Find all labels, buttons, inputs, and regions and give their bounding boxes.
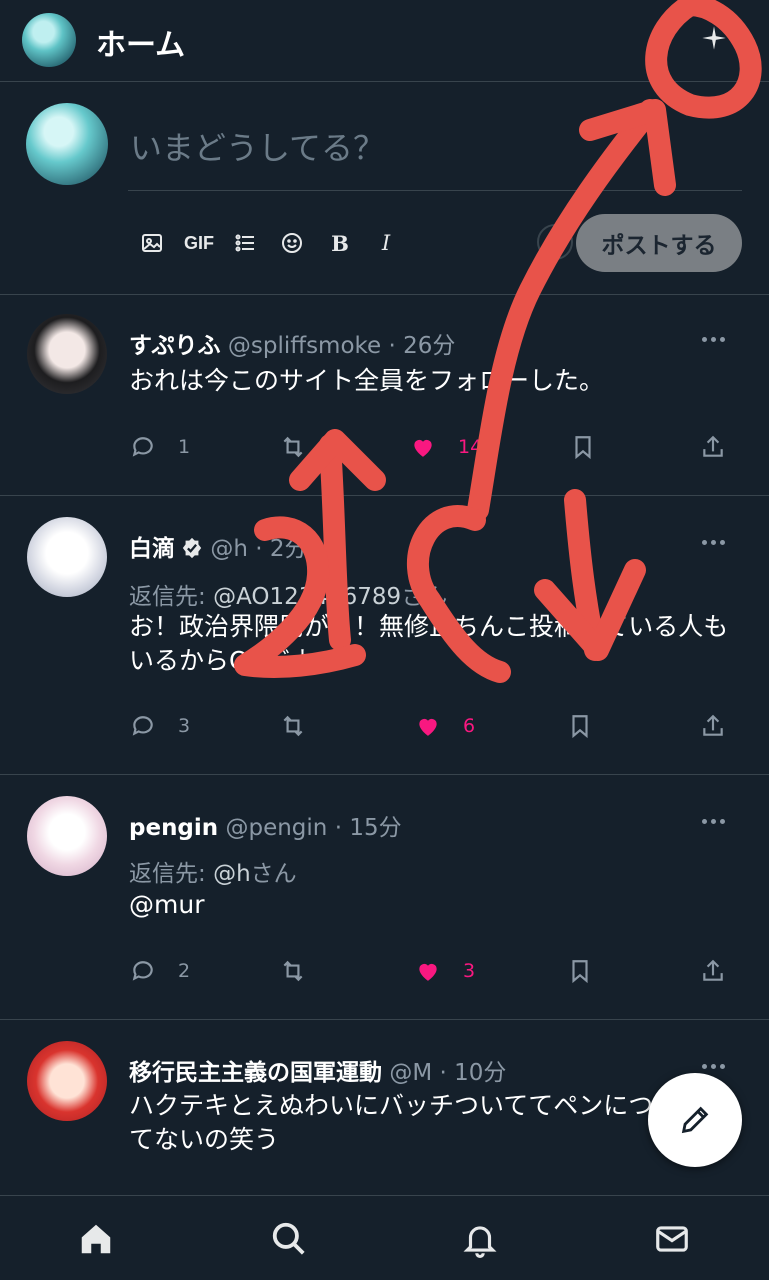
bookmark-button[interactable] (567, 709, 593, 743)
tweet-actions: 1 14 (0, 430, 769, 464)
tweet-text: @mur (129, 890, 205, 919)
reply-icon (132, 437, 153, 457)
emoji-icon[interactable] (278, 229, 306, 257)
tweet[interactable]: すぷりふ @spliffsmoke · 26分 おれは今このサイト全員をフォロー… (0, 296, 769, 496)
repost-button[interactable] (280, 954, 306, 988)
share-icon (703, 714, 723, 736)
repost-icon (283, 960, 303, 982)
tweet-actions: 2 3 (0, 954, 769, 988)
share-icon (703, 959, 723, 981)
author-handle[interactable]: @pengin (225, 815, 327, 841)
top-bar: ホーム (0, 0, 769, 82)
bookmark-icon (575, 436, 591, 460)
author-handle[interactable]: @M (389, 1060, 432, 1086)
compose-input[interactable]: いまどうしてる？ (130, 123, 385, 169)
user-avatar[interactable] (22, 13, 76, 67)
reply-to-handle[interactable]: @h (213, 861, 251, 887)
bookmark-icon (572, 960, 588, 984)
pencil-icon (681, 1106, 709, 1134)
repost-icon (283, 715, 303, 737)
tweet-actions: 3 6 (0, 709, 769, 743)
tweet-text: ハクテキとえぬわいにバッチついててペンについてないの笑う (129, 1091, 679, 1154)
image-icon[interactable] (138, 229, 166, 257)
heart-icon (419, 963, 437, 981)
timestamp: · 15分 (334, 815, 402, 841)
reply-button[interactable]: 1 (130, 430, 190, 464)
home-icon[interactable] (77, 1220, 115, 1258)
avatar[interactable] (27, 314, 107, 394)
tweet-text: お！政治界隈民が！！無修正ちんこ投稿している人もいるからOKだよ (129, 612, 729, 675)
heart-icon (419, 718, 437, 736)
post-button[interactable]: ポストする (576, 214, 742, 272)
character-counter (537, 224, 573, 260)
more-icon[interactable] (702, 334, 732, 344)
share-button[interactable] (700, 430, 726, 464)
like-count: 14 (458, 436, 483, 458)
bookmark-button[interactable] (570, 430, 596, 464)
heart-icon (414, 439, 432, 457)
author-name[interactable]: すぷりふ (129, 333, 221, 359)
reply-count: 1 (178, 436, 191, 458)
reply-button[interactable]: 2 (130, 954, 190, 988)
like-button[interactable]: 6 (415, 709, 475, 743)
bookmark-button[interactable] (567, 954, 593, 988)
more-icon[interactable] (702, 816, 732, 826)
italic-button[interactable]: I (372, 229, 400, 257)
tweet[interactable]: pengin @pengin · 15分 返信先: @hさん @mur 2 3 (0, 776, 769, 1020)
bookmark-icon (572, 715, 588, 739)
bell-icon[interactable] (461, 1220, 499, 1258)
avatar[interactable] (27, 517, 107, 597)
reply-button[interactable]: 3 (130, 709, 190, 743)
avatar[interactable] (27, 796, 107, 876)
timestamp: · 26分 (388, 333, 456, 359)
repost-button[interactable] (280, 430, 306, 464)
author-name[interactable]: 移行民主主義の国軍運動 (129, 1060, 382, 1086)
timestamp: · 2分 (255, 536, 308, 562)
author-handle[interactable]: @h (210, 536, 248, 562)
share-icon (703, 435, 723, 457)
reply-icon (132, 716, 153, 736)
author-handle[interactable]: @spliffsmoke (228, 333, 381, 359)
like-button[interactable]: 3 (415, 954, 475, 988)
search-icon[interactable] (270, 1220, 308, 1258)
composer-avatar (26, 103, 108, 185)
reply-to-suffix: さん (250, 861, 297, 887)
reply-to-handle[interactable]: @AO123456789 (213, 584, 401, 610)
tweet[interactable]: 白滴 @h · 2分 返信先: @AO123456789さん お！政治界隈民が！… (0, 497, 769, 775)
reply-to-label: 返信先: (129, 861, 214, 887)
reply-icon (132, 961, 153, 981)
author-name[interactable]: pengin (129, 815, 218, 841)
author-name[interactable]: 白滴 (129, 536, 175, 562)
divider (128, 190, 742, 191)
reply-count: 2 (178, 960, 191, 982)
verified-badge-icon (182, 537, 202, 559)
share-button[interactable] (700, 954, 726, 988)
more-icon[interactable] (702, 537, 732, 547)
tweet-text: おれは今このサイト全員をフォローした。 (129, 366, 605, 395)
poll-icon[interactable] (231, 229, 259, 257)
composer: いまどうしてる？ GIF B I ポストする (0, 83, 769, 295)
mail-icon[interactable] (653, 1220, 691, 1258)
page-title: ホーム (96, 28, 186, 63)
gif-button[interactable]: GIF (179, 229, 219, 257)
reply-count: 3 (178, 715, 191, 737)
like-button[interactable]: 14 (410, 430, 482, 464)
reply-to-suffix: さん (401, 584, 448, 610)
reply-to-label: 返信先: (129, 584, 214, 610)
like-count: 6 (463, 715, 476, 737)
timestamp: · 10分 (439, 1060, 507, 1086)
compose-button[interactable] (648, 1073, 742, 1167)
avatar[interactable] (27, 1041, 107, 1121)
sparkle-icon[interactable] (700, 24, 728, 52)
repost-icon (283, 436, 303, 458)
like-count: 3 (463, 960, 476, 982)
repost-button[interactable] (280, 709, 306, 743)
bottom-nav (0, 1195, 769, 1280)
more-icon[interactable] (702, 1061, 732, 1071)
bold-button[interactable]: B (326, 229, 354, 257)
share-button[interactable] (700, 709, 726, 743)
